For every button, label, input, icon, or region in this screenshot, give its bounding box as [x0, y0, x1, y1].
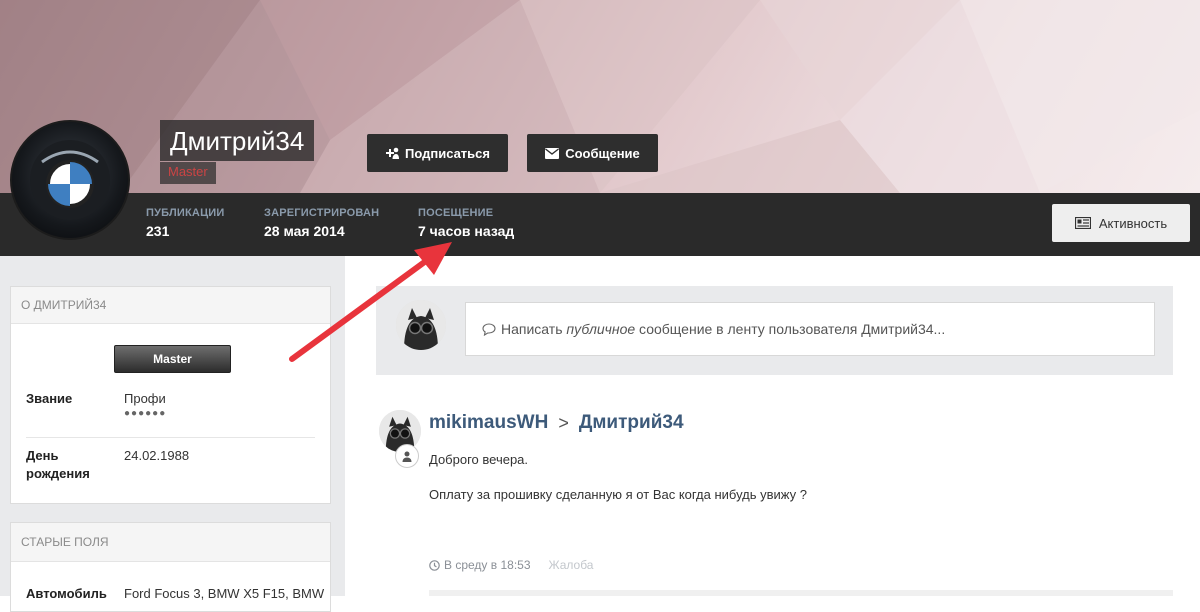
bmw-logo-icon [30, 140, 110, 220]
profile-group: Master [160, 162, 216, 184]
post-time-link[interactable]: В среду в 18:53 [429, 558, 531, 572]
rank-label: Звание [26, 391, 73, 406]
car-value: Ford Focus 3, BMW X5 F15, BMW [124, 586, 325, 601]
user-icon [402, 451, 412, 462]
about-panel: О Дмитрий34 Master Звание Профи ●●●●●● Д… [10, 286, 331, 504]
status-emphasis: публичное [566, 321, 636, 337]
status-prefix: Написать [501, 321, 567, 337]
car-label: Автомобиль [26, 586, 107, 601]
stat-joined: Зарегистрирован 28 мая 2014 [264, 207, 379, 239]
report-link[interactable]: Жалоба [549, 558, 594, 572]
follow-button[interactable]: Подписаться [367, 134, 508, 172]
field-divider [26, 437, 315, 438]
clock-icon [429, 559, 440, 571]
post-meta: В среду в 18:53 Жалоба [429, 558, 593, 572]
follow-label: Подписаться [404, 145, 490, 161]
stat-posts: Публикации 231 [146, 207, 225, 239]
stat-last-visit-label: Посещение [418, 207, 494, 219]
profile-avatar[interactable] [10, 120, 130, 240]
group-badge: Master [114, 345, 231, 373]
old-fields-panel: Старые поля Автомобиль Ford Focus 3, BMW… [10, 522, 331, 612]
post-separator: > [558, 412, 569, 433]
cat-avatar-icon [396, 300, 446, 350]
birthday-value: 24.02.1988 [124, 448, 190, 463]
post-header: mikimausWH > Дмитрий34 [429, 412, 684, 434]
follow-icon [385, 147, 399, 159]
stat-posts-label: Публикации [146, 207, 225, 219]
stat-joined-value: 28 мая 2014 [264, 223, 345, 239]
post-line-2: Оплату за прошивку сделанную я от Вас ко… [429, 487, 807, 502]
message-label: Сообщение [565, 145, 640, 161]
envelope-icon [545, 147, 560, 159]
status-suffix: сообщение в ленту пользователя Дмитрий34… [635, 321, 946, 337]
post-line-1: Доброго вечера. [429, 452, 529, 467]
newspaper-icon [1074, 217, 1091, 229]
stat-last-visit: Посещение 7 часов назад [418, 207, 514, 239]
activity-label: Активность [1098, 215, 1168, 231]
stat-posts-value: 231 [146, 223, 170, 239]
profile-username: Дмитрий34 [160, 120, 315, 161]
comment-area-edge [429, 590, 1173, 596]
post-target-link[interactable]: Дмитрий34 [579, 412, 684, 434]
post-author-link[interactable]: mikimausWH [429, 412, 548, 434]
stat-last-visit-value: 7 часов назад [418, 223, 515, 239]
member-badge [395, 444, 419, 468]
activity-button[interactable]: Активность [1052, 204, 1190, 242]
comment-icon [482, 322, 496, 336]
stat-joined-label: Зарегистрирован [264, 207, 380, 219]
about-panel-title: О Дмитрий34 [11, 287, 330, 324]
birthday-label: День рождения [26, 448, 90, 481]
post-time: В среду в 18:53 [444, 558, 531, 572]
profile-sidebar: О Дмитрий34 Master Звание Профи ●●●●●● Д… [0, 256, 345, 612]
status-input[interactable]: Написать публичное сообщение в ленту пол… [465, 302, 1155, 356]
message-button[interactable]: Сообщение [527, 134, 658, 172]
old-fields-title: Старые поля [11, 523, 330, 562]
rank-value: Профи [124, 391, 166, 406]
composer-avatar[interactable] [396, 300, 446, 350]
rank-pips: ●●●●●● [124, 408, 167, 419]
